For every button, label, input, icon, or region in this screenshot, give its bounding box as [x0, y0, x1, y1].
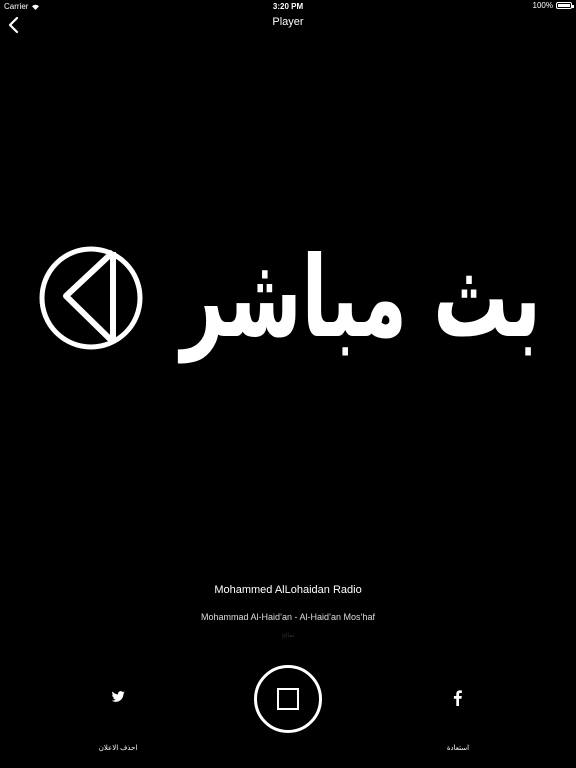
- clock: 3:20 PM: [272, 2, 304, 11]
- live-play-icon: [39, 246, 143, 350]
- live-broadcast-artwork: بث مباشر: [39, 233, 541, 363]
- battery-icon: [556, 2, 574, 9]
- battery-percent: 100%: [532, 1, 553, 10]
- artwork-text: بث مباشر: [178, 233, 541, 363]
- playback-status: تمالح: [281, 633, 295, 639]
- restore-purchases-link[interactable]: استعادة: [400, 744, 516, 752]
- battery-group: 100%: [532, 1, 574, 10]
- page-title: Player: [272, 16, 304, 28]
- station-title: Mohammed AlLohaidan Radio: [214, 584, 362, 596]
- remove-ads-link[interactable]: احذف الاعلان: [60, 744, 176, 752]
- facebook-icon[interactable]: [448, 688, 468, 708]
- stop-button[interactable]: [254, 665, 322, 733]
- twitter-icon[interactable]: [108, 688, 128, 706]
- nav-bar: Player: [0, 12, 576, 36]
- track-title: Mohammad Al-Haid’an - Al-Haid’an Mos’haf: [200, 612, 376, 622]
- status-bar: Carrier 3:20 PM 100%: [0, 0, 576, 12]
- stop-icon: [277, 688, 299, 710]
